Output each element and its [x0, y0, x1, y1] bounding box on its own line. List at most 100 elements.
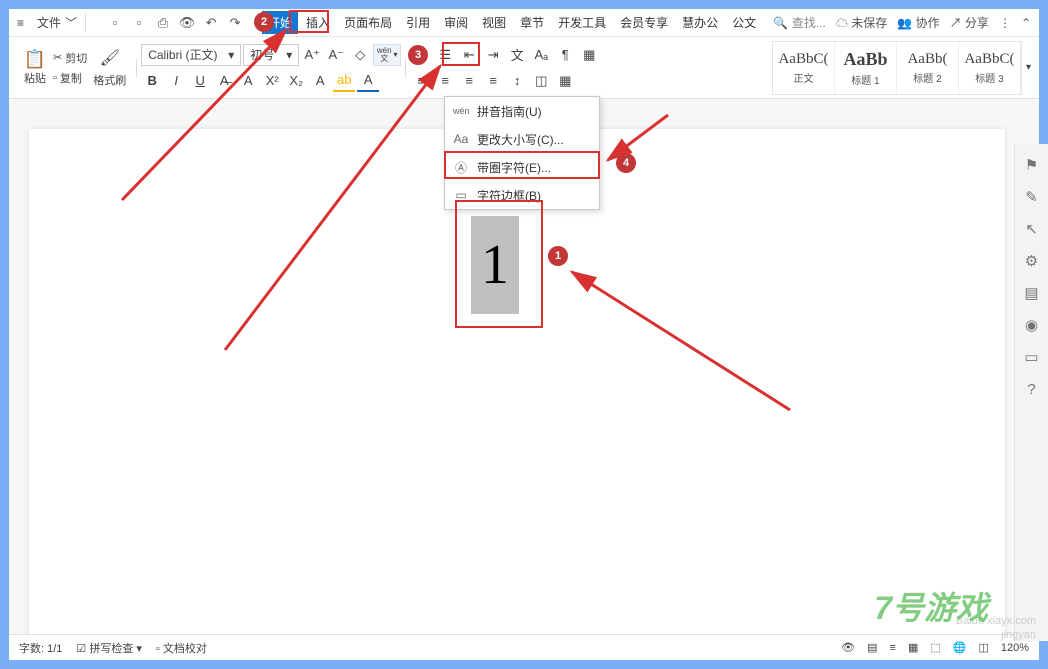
- numbering-button[interactable]: ☰: [434, 44, 456, 66]
- changecase-icon: Aa: [453, 132, 469, 146]
- style-heading3[interactable]: AaBbC( 标题 3: [959, 42, 1021, 94]
- tab-insert[interactable]: 插入: [300, 11, 336, 34]
- underline-button[interactable]: U: [189, 70, 211, 92]
- sidepanel-book-icon[interactable]: ▭: [1023, 348, 1041, 366]
- paragraph-mark-button[interactable]: ¶: [554, 44, 576, 66]
- tab-huiban[interactable]: 慧办公: [676, 11, 724, 34]
- align-left-button[interactable]: ≡: [410, 70, 432, 92]
- separator: [136, 59, 137, 77]
- statusbar: 字数: 1/1 ☑ 拼写检查 ▾ ▫ 文档校对 👁 ▤ ≡ ▦ ⬚ 🌐 ◫ 12…: [9, 634, 1039, 660]
- text-effect-button[interactable]: A: [309, 70, 331, 92]
- sidepanel-doc-icon[interactable]: ▤: [1023, 284, 1041, 302]
- tab-official[interactable]: 公文: [726, 11, 762, 34]
- strikethrough-button[interactable]: A̶: [213, 70, 235, 92]
- zoom-scale-icon[interactable]: ◫: [978, 641, 988, 654]
- chevron-down-icon[interactable]: ﹀: [65, 14, 77, 31]
- dropdown-char-border[interactable]: ▭ 字符边框(B): [445, 181, 599, 209]
- cut-button[interactable]: ✂剪切: [53, 50, 87, 66]
- dropdown-enclosed-chars[interactable]: Ⓐ 带圈字符(E)...: [445, 153, 599, 181]
- print-icon[interactable]: ⎙: [154, 14, 172, 32]
- spellcheck-toggle[interactable]: ☑ 拼写检查 ▾: [76, 640, 142, 656]
- more-icon[interactable]: ⋮: [999, 16, 1011, 30]
- zoom-value[interactable]: 120%: [1001, 642, 1029, 654]
- asian-layout-button[interactable]: 文: [506, 44, 528, 66]
- tab-pagelayout[interactable]: 页面布局: [338, 11, 398, 34]
- sidepanel-settings-icon[interactable]: ⚙: [1023, 252, 1041, 270]
- bold-button[interactable]: B: [141, 70, 163, 92]
- italic-button[interactable]: I: [165, 70, 187, 92]
- ribbon: 📋 粘贴 ✂剪切 ▫复制 🖌 格式刷 Calibri (正文)▾ 初号▾ A⁺ …: [9, 37, 1039, 99]
- tab-devtools[interactable]: 开发工具: [552, 11, 612, 34]
- collab-button[interactable]: 👥 协作: [897, 14, 939, 31]
- highlight-button[interactable]: A: [237, 70, 259, 92]
- font-size-select[interactable]: 初号▾: [243, 44, 299, 66]
- align-justify-button[interactable]: ≡: [482, 70, 504, 92]
- clear-format-icon[interactable]: ◇: [349, 44, 371, 66]
- tab-member[interactable]: 会员专享: [614, 11, 674, 34]
- pinyin-icon: wén: [453, 107, 469, 116]
- separator: [405, 59, 406, 77]
- sidepanel-cube-icon[interactable]: ◉: [1023, 316, 1041, 334]
- indent-button[interactable]: ⇥: [482, 44, 504, 66]
- sidepanel-pencil-icon[interactable]: ✎: [1023, 188, 1041, 206]
- view-globe-icon[interactable]: 🌐: [953, 641, 967, 654]
- styles-gallery[interactable]: AaBbC( 正文 AaBb 标题 1 AaBb( 标题 2 AaBbC( 标题…: [772, 41, 1022, 95]
- preview-icon[interactable]: 👁: [178, 14, 196, 32]
- paste-button[interactable]: 📋 粘贴: [17, 49, 53, 86]
- unsaved-status[interactable]: ☁ 未保存: [836, 14, 887, 31]
- dropdown-change-case[interactable]: Aa 更改大小写(C)...: [445, 125, 599, 153]
- shading-button[interactable]: ◫: [530, 70, 552, 92]
- grow-font-icon[interactable]: A⁺: [301, 44, 323, 66]
- tab-view[interactable]: 视图: [476, 11, 512, 34]
- save-as-icon[interactable]: ▫: [130, 14, 148, 32]
- view-print-icon[interactable]: ▤: [867, 641, 877, 654]
- pinyin-dropdown-button[interactable]: wén 文 ▾: [373, 44, 401, 66]
- share-button[interactable]: ↗ 分享: [950, 14, 989, 31]
- highlight-color-button[interactable]: ab: [333, 70, 355, 92]
- superscript-button[interactable]: X²: [261, 70, 283, 92]
- sidepanel-help-icon[interactable]: ?: [1023, 380, 1041, 398]
- font-name-select[interactable]: Calibri (正文)▾: [141, 44, 241, 66]
- style-normal[interactable]: AaBbC( 正文: [773, 42, 835, 94]
- sort-button[interactable]: Aₐ: [530, 44, 552, 66]
- copy-button[interactable]: ▫复制: [53, 70, 87, 86]
- doc-check[interactable]: ▫ 文档校对: [156, 640, 207, 656]
- save-icon[interactable]: ▫: [106, 14, 124, 32]
- view-outline-icon[interactable]: ≡: [890, 642, 896, 654]
- borders-button[interactable]: ▦: [554, 70, 576, 92]
- style-heading2[interactable]: AaBb( 标题 2: [897, 42, 959, 94]
- clipboard-icon: 📋: [24, 49, 46, 70]
- outdent-button[interactable]: ⇤: [458, 44, 480, 66]
- selected-text[interactable]: 1: [471, 216, 519, 314]
- dropdown-pinyin-guide[interactable]: wén 拼音指南(U): [445, 97, 599, 125]
- border-button[interactable]: ▦: [578, 44, 600, 66]
- undo-icon[interactable]: ↶: [202, 14, 220, 32]
- word-count[interactable]: 字数: 1/1: [19, 640, 62, 656]
- align-right-button[interactable]: ≡: [458, 70, 480, 92]
- redo-icon[interactable]: ↷: [226, 14, 244, 32]
- subscript-button[interactable]: X₂: [285, 70, 307, 92]
- menu-icon[interactable]: ≡: [17, 16, 33, 30]
- collapse-icon[interactable]: ⌃: [1021, 16, 1031, 30]
- sidepanel-rocket-icon[interactable]: ⚑: [1023, 156, 1041, 174]
- tab-review[interactable]: 审阅: [438, 11, 474, 34]
- file-menu[interactable]: 文件: [37, 14, 61, 31]
- separator: [85, 14, 86, 32]
- tab-references[interactable]: 引用: [400, 11, 436, 34]
- font-color-button[interactable]: A: [357, 70, 379, 92]
- view-web-icon[interactable]: ▦: [908, 641, 918, 654]
- tab-chapter[interactable]: 章节: [514, 11, 550, 34]
- line-spacing-button[interactable]: ↕: [506, 70, 528, 92]
- annotation-marker-2: 2: [254, 12, 274, 32]
- view-fullscreen-icon[interactable]: ⬚: [930, 641, 940, 654]
- annotation-marker-1: 1: [548, 246, 568, 266]
- annotation-marker-4: 4: [616, 153, 636, 173]
- styles-more-icon[interactable]: ▾: [1026, 62, 1031, 73]
- view-read-icon[interactable]: 👁: [841, 641, 855, 654]
- shrink-font-icon[interactable]: A⁻: [325, 44, 347, 66]
- format-painter-button[interactable]: 🖌 格式刷: [93, 48, 126, 88]
- align-center-button[interactable]: ≡: [434, 70, 456, 92]
- style-heading1[interactable]: AaBb 标题 1: [835, 42, 897, 94]
- sidepanel-select-icon[interactable]: ↖: [1023, 220, 1041, 238]
- search-box[interactable]: 🔍 查找...: [773, 14, 826, 31]
